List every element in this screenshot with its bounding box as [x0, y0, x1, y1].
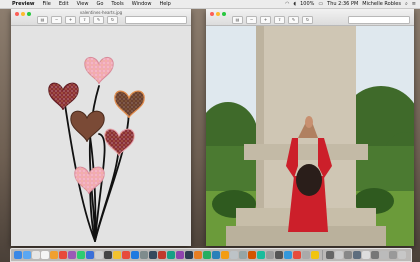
dock-app-icon[interactable]	[203, 251, 211, 259]
dock-app-icon[interactable]	[185, 251, 193, 259]
search-field[interactable]	[348, 15, 410, 24]
zoom-button[interactable]	[222, 12, 226, 16]
dock-app-icon[interactable]	[239, 251, 247, 259]
menu-help[interactable]: Help	[155, 1, 174, 7]
sidebar-toggle-icon[interactable]: ▤	[232, 15, 243, 24]
dock-app-icon[interactable]	[380, 251, 388, 259]
close-button[interactable]	[210, 12, 214, 16]
image-canvas	[11, 26, 191, 246]
share-icon[interactable]: ⇪	[79, 15, 90, 24]
toolbar: ▤ − + ⇪ ✎ ↻	[232, 15, 410, 24]
window-titlebar[interactable]: valentines-hearts.jpg ▤ − + ⇪ ✎ ↻	[11, 9, 191, 26]
dock-app-icon[interactable]	[122, 251, 130, 259]
dock-app-icon[interactable]	[221, 251, 229, 259]
menu-file[interactable]: File	[39, 1, 55, 7]
menu-list-icon[interactable]: ≡	[412, 1, 416, 7]
monument-photo	[206, 26, 414, 246]
dock-app-icon[interactable]	[194, 251, 202, 259]
heart-brown-middle	[70, 110, 105, 143]
dock-separator	[322, 250, 323, 260]
dock-app-icon[interactable]	[86, 251, 94, 259]
dock-app-icon[interactable]	[266, 251, 274, 259]
menu-edit[interactable]: Edit	[55, 1, 73, 7]
dock-app-icon[interactable]	[113, 251, 121, 259]
dock-app-icon[interactable]	[284, 251, 292, 259]
dock-app-icon[interactable]	[302, 251, 310, 259]
menu-tools[interactable]: Tools	[107, 1, 127, 7]
dock-app-icon[interactable]	[59, 251, 67, 259]
dock-app-icon[interactable]	[362, 251, 370, 259]
dock-app-icon[interactable]	[257, 251, 265, 259]
minimize-button[interactable]	[216, 12, 220, 16]
dock-app-icon[interactable]	[275, 251, 283, 259]
rotate-icon[interactable]: ↻	[107, 15, 118, 24]
menu-go[interactable]: Go	[92, 1, 107, 7]
dock-app-icon[interactable]	[212, 251, 220, 259]
dock-app-icon[interactable]	[23, 251, 31, 259]
window-controls	[210, 12, 226, 16]
zoom-out-icon[interactable]: −	[246, 15, 257, 24]
heart-brown-right	[114, 90, 145, 119]
dock-app-icon[interactable]	[398, 251, 406, 259]
markup-icon[interactable]: ✎	[93, 15, 104, 24]
markup-icon[interactable]: ✎	[288, 15, 299, 24]
dock-app-icon[interactable]	[104, 251, 112, 259]
share-icon[interactable]: ⇪	[274, 15, 285, 24]
battery-percent[interactable]: 100%	[300, 1, 314, 7]
menu-window[interactable]: Window	[128, 1, 156, 7]
zoom-in-icon[interactable]: +	[260, 15, 271, 24]
status-area: ◠ ◖ 100% ▭ Thu 2:36 PM Michelle Robles ⌕…	[285, 1, 420, 7]
battery-icon[interactable]: ▭	[318, 1, 323, 7]
dock-app-icon[interactable]	[41, 251, 49, 259]
dock-app-icon[interactable]	[176, 251, 184, 259]
dock-app-icon[interactable]	[353, 251, 361, 259]
preview-window-photo: ▤ − + ⇪ ✎ ↻	[206, 9, 414, 246]
image-canvas	[206, 26, 414, 246]
dock-app-icon[interactable]	[131, 251, 139, 259]
dock-app-icon[interactable]	[326, 251, 334, 259]
dock-app-icon[interactable]	[149, 251, 157, 259]
zoom-out-icon[interactable]: −	[51, 15, 62, 24]
dock-app-icon[interactable]	[335, 251, 343, 259]
dock-app-icon[interactable]	[248, 251, 256, 259]
dock-app-icon[interactable]	[167, 251, 175, 259]
dock	[10, 248, 412, 262]
clock[interactable]: Thu 2:36 PM	[327, 1, 358, 7]
menu-view[interactable]: View	[73, 1, 93, 7]
preview-window-hearts: valentines-hearts.jpg ▤ − + ⇪ ✎ ↻	[11, 9, 191, 246]
dock-app-icon[interactable]	[32, 251, 40, 259]
dock-app-icon[interactable]	[389, 251, 397, 259]
rotate-icon[interactable]: ↻	[302, 15, 313, 24]
dock-app-icon[interactable]	[158, 251, 166, 259]
menu-preview[interactable]: Preview	[8, 1, 39, 7]
dock-app-icon[interactable]	[77, 251, 85, 259]
menu-bar: Preview File Edit View Go Tools Window H…	[0, 0, 420, 9]
heart-dark-right	[104, 128, 135, 157]
dock-app-icon[interactable]	[293, 251, 301, 259]
zoom-in-icon[interactable]: +	[65, 15, 76, 24]
heart-balloons-image	[48, 57, 145, 242]
window-title: valentines-hearts.jpg	[79, 10, 123, 15]
wifi-icon[interactable]: ◠	[285, 1, 289, 7]
dock-app-icon[interactable]	[344, 251, 352, 259]
user-name[interactable]: Michelle Robles	[362, 1, 401, 7]
heart-dark-left	[48, 82, 79, 111]
search-field[interactable]	[125, 15, 187, 24]
sidebar-toggle-icon[interactable]: ▤	[37, 15, 48, 24]
heart-pink-top	[84, 57, 114, 85]
heart-pink-bottom	[74, 166, 105, 195]
dock-app-icon[interactable]	[230, 251, 238, 259]
dock-app-icon[interactable]	[68, 251, 76, 259]
volume-icon[interactable]: ◖	[293, 1, 296, 7]
search-icon[interactable]: ⌕	[405, 1, 408, 7]
dock-app-icon[interactable]	[50, 251, 58, 259]
dock-app-icon[interactable]	[14, 251, 22, 259]
toolbar: ▤ − + ⇪ ✎ ↻	[37, 15, 187, 24]
dock-app-icon[interactable]	[140, 251, 148, 259]
dock-app-icon[interactable]	[311, 251, 319, 259]
dock-app-icon[interactable]	[371, 251, 379, 259]
dock-app-icon[interactable]	[95, 251, 103, 259]
window-titlebar[interactable]: ▤ − + ⇪ ✎ ↻	[206, 9, 414, 26]
